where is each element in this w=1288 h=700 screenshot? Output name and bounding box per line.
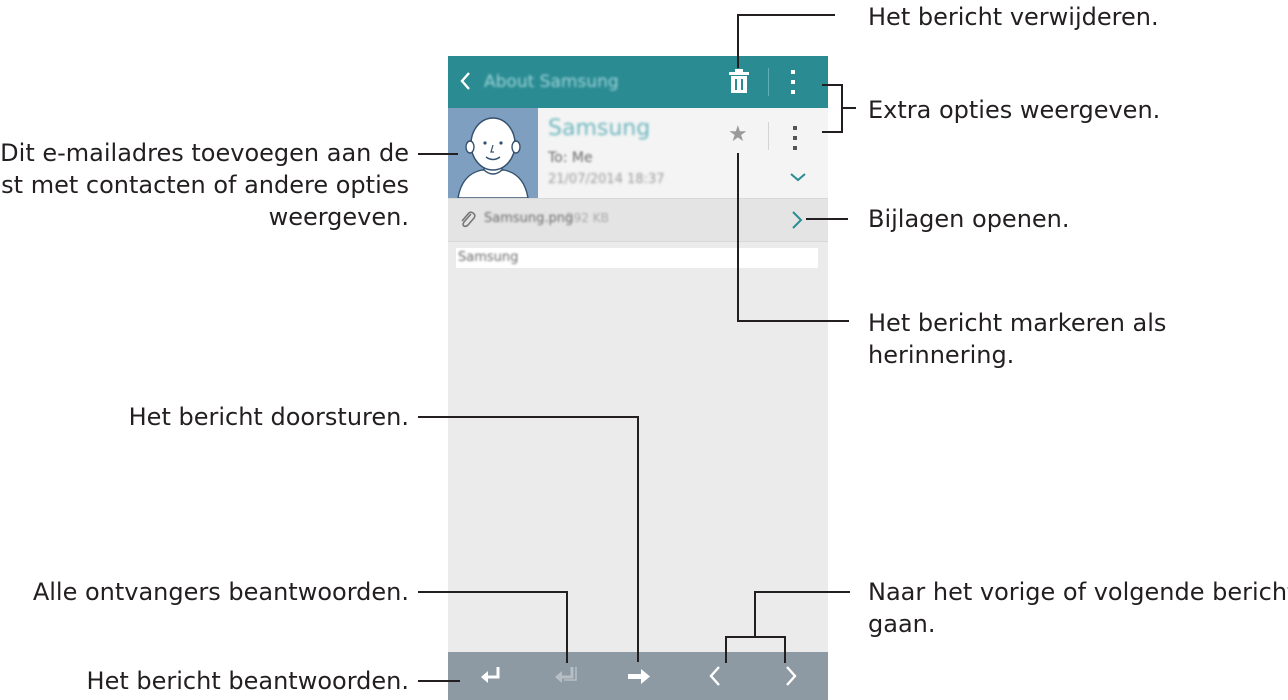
- callout-line-prev-next: [754, 591, 756, 637]
- callout-line-attachments: [806, 218, 848, 220]
- forward-icon[interactable]: [624, 664, 654, 688]
- reply-icon[interactable]: [476, 664, 506, 688]
- annotation-reply: Het bericht beantwoorden.: [86, 667, 409, 695]
- callout-line-prev-next: [725, 636, 727, 663]
- annotation-forward: Het bericht doorsturen.: [128, 403, 409, 431]
- message-date: 21/07/2014 18:37: [548, 172, 665, 187]
- attachment-file-name: Samsung.png: [484, 211, 574, 226]
- chevron-right-icon[interactable]: [790, 209, 804, 235]
- callout-line-more-options: [841, 107, 856, 109]
- avatar[interactable]: [448, 108, 538, 198]
- header-divider: [768, 122, 769, 150]
- callout-line-reply: [418, 680, 460, 682]
- callout-line-contact: [418, 153, 458, 155]
- callout-line-delete: [737, 14, 835, 16]
- callout-line-reply-all: [566, 591, 568, 663]
- annotation-reply-all: Alle ontvangers beantwoorden.: [32, 578, 409, 606]
- more-options-icon[interactable]: [788, 68, 798, 100]
- message-header: Samsung To: Me 21/07/2014 18:37 ★: [448, 108, 828, 198]
- annotation-mark-line1: Het bericht markeren als: [868, 309, 1167, 337]
- message-body: Samsung: [456, 248, 818, 268]
- sender-name: Samsung: [548, 116, 651, 141]
- back-icon[interactable]: [456, 68, 476, 94]
- attachment-row[interactable]: Samsung.png 592 KB: [448, 198, 828, 242]
- trash-icon[interactable]: [728, 68, 750, 98]
- callout-line-forward: [637, 416, 639, 662]
- callout-line-mark: [737, 153, 739, 321]
- chevron-down-icon[interactable]: [788, 168, 808, 187]
- recipient-text: To: Me: [548, 150, 593, 166]
- reply-all-icon[interactable]: [550, 664, 580, 688]
- annotation-prev-next-line2: gaan.: [868, 610, 936, 638]
- attachment-file-size: 592 KB: [566, 211, 609, 225]
- callout-line-more-options: [822, 84, 842, 86]
- callout-line-more-options: [822, 131, 842, 133]
- callout-line-mark: [737, 320, 849, 322]
- callout-line-forward: [418, 416, 638, 418]
- callout-line-prev-next: [754, 591, 850, 593]
- previous-icon[interactable]: [700, 664, 730, 688]
- annotation-more-options: Extra opties weergeven.: [868, 96, 1161, 124]
- annotation-prev-next-line1: Naar het vorige of volgende bericht: [868, 578, 1288, 606]
- annotation-contact-line2: lijst met contacten of andere opties: [0, 171, 409, 199]
- callout-line-prev-next: [784, 636, 786, 663]
- annotation-contact-line1: Dit e-mailadres toevoegen aan de: [0, 139, 409, 167]
- app-bar-divider: [768, 68, 769, 96]
- paperclip-icon: [458, 209, 476, 233]
- app-bar: About Samsung: [448, 56, 828, 108]
- app-bar-title: About Samsung: [484, 72, 619, 92]
- annotation-mark-line2: herinnering.: [868, 341, 1015, 369]
- more-vertical-icon[interactable]: [790, 124, 800, 156]
- annotation-attachments: Bijlagen openen.: [868, 205, 1070, 233]
- next-icon[interactable]: [776, 664, 806, 688]
- annotation-contact-line3: weergeven.: [268, 203, 409, 231]
- callout-line-reply-all: [418, 591, 567, 593]
- annotation-delete: Het bericht verwijderen.: [868, 3, 1159, 31]
- message-body-text: Samsung: [458, 250, 519, 265]
- star-icon[interactable]: ★: [728, 124, 748, 146]
- callout-line-delete: [737, 14, 739, 68]
